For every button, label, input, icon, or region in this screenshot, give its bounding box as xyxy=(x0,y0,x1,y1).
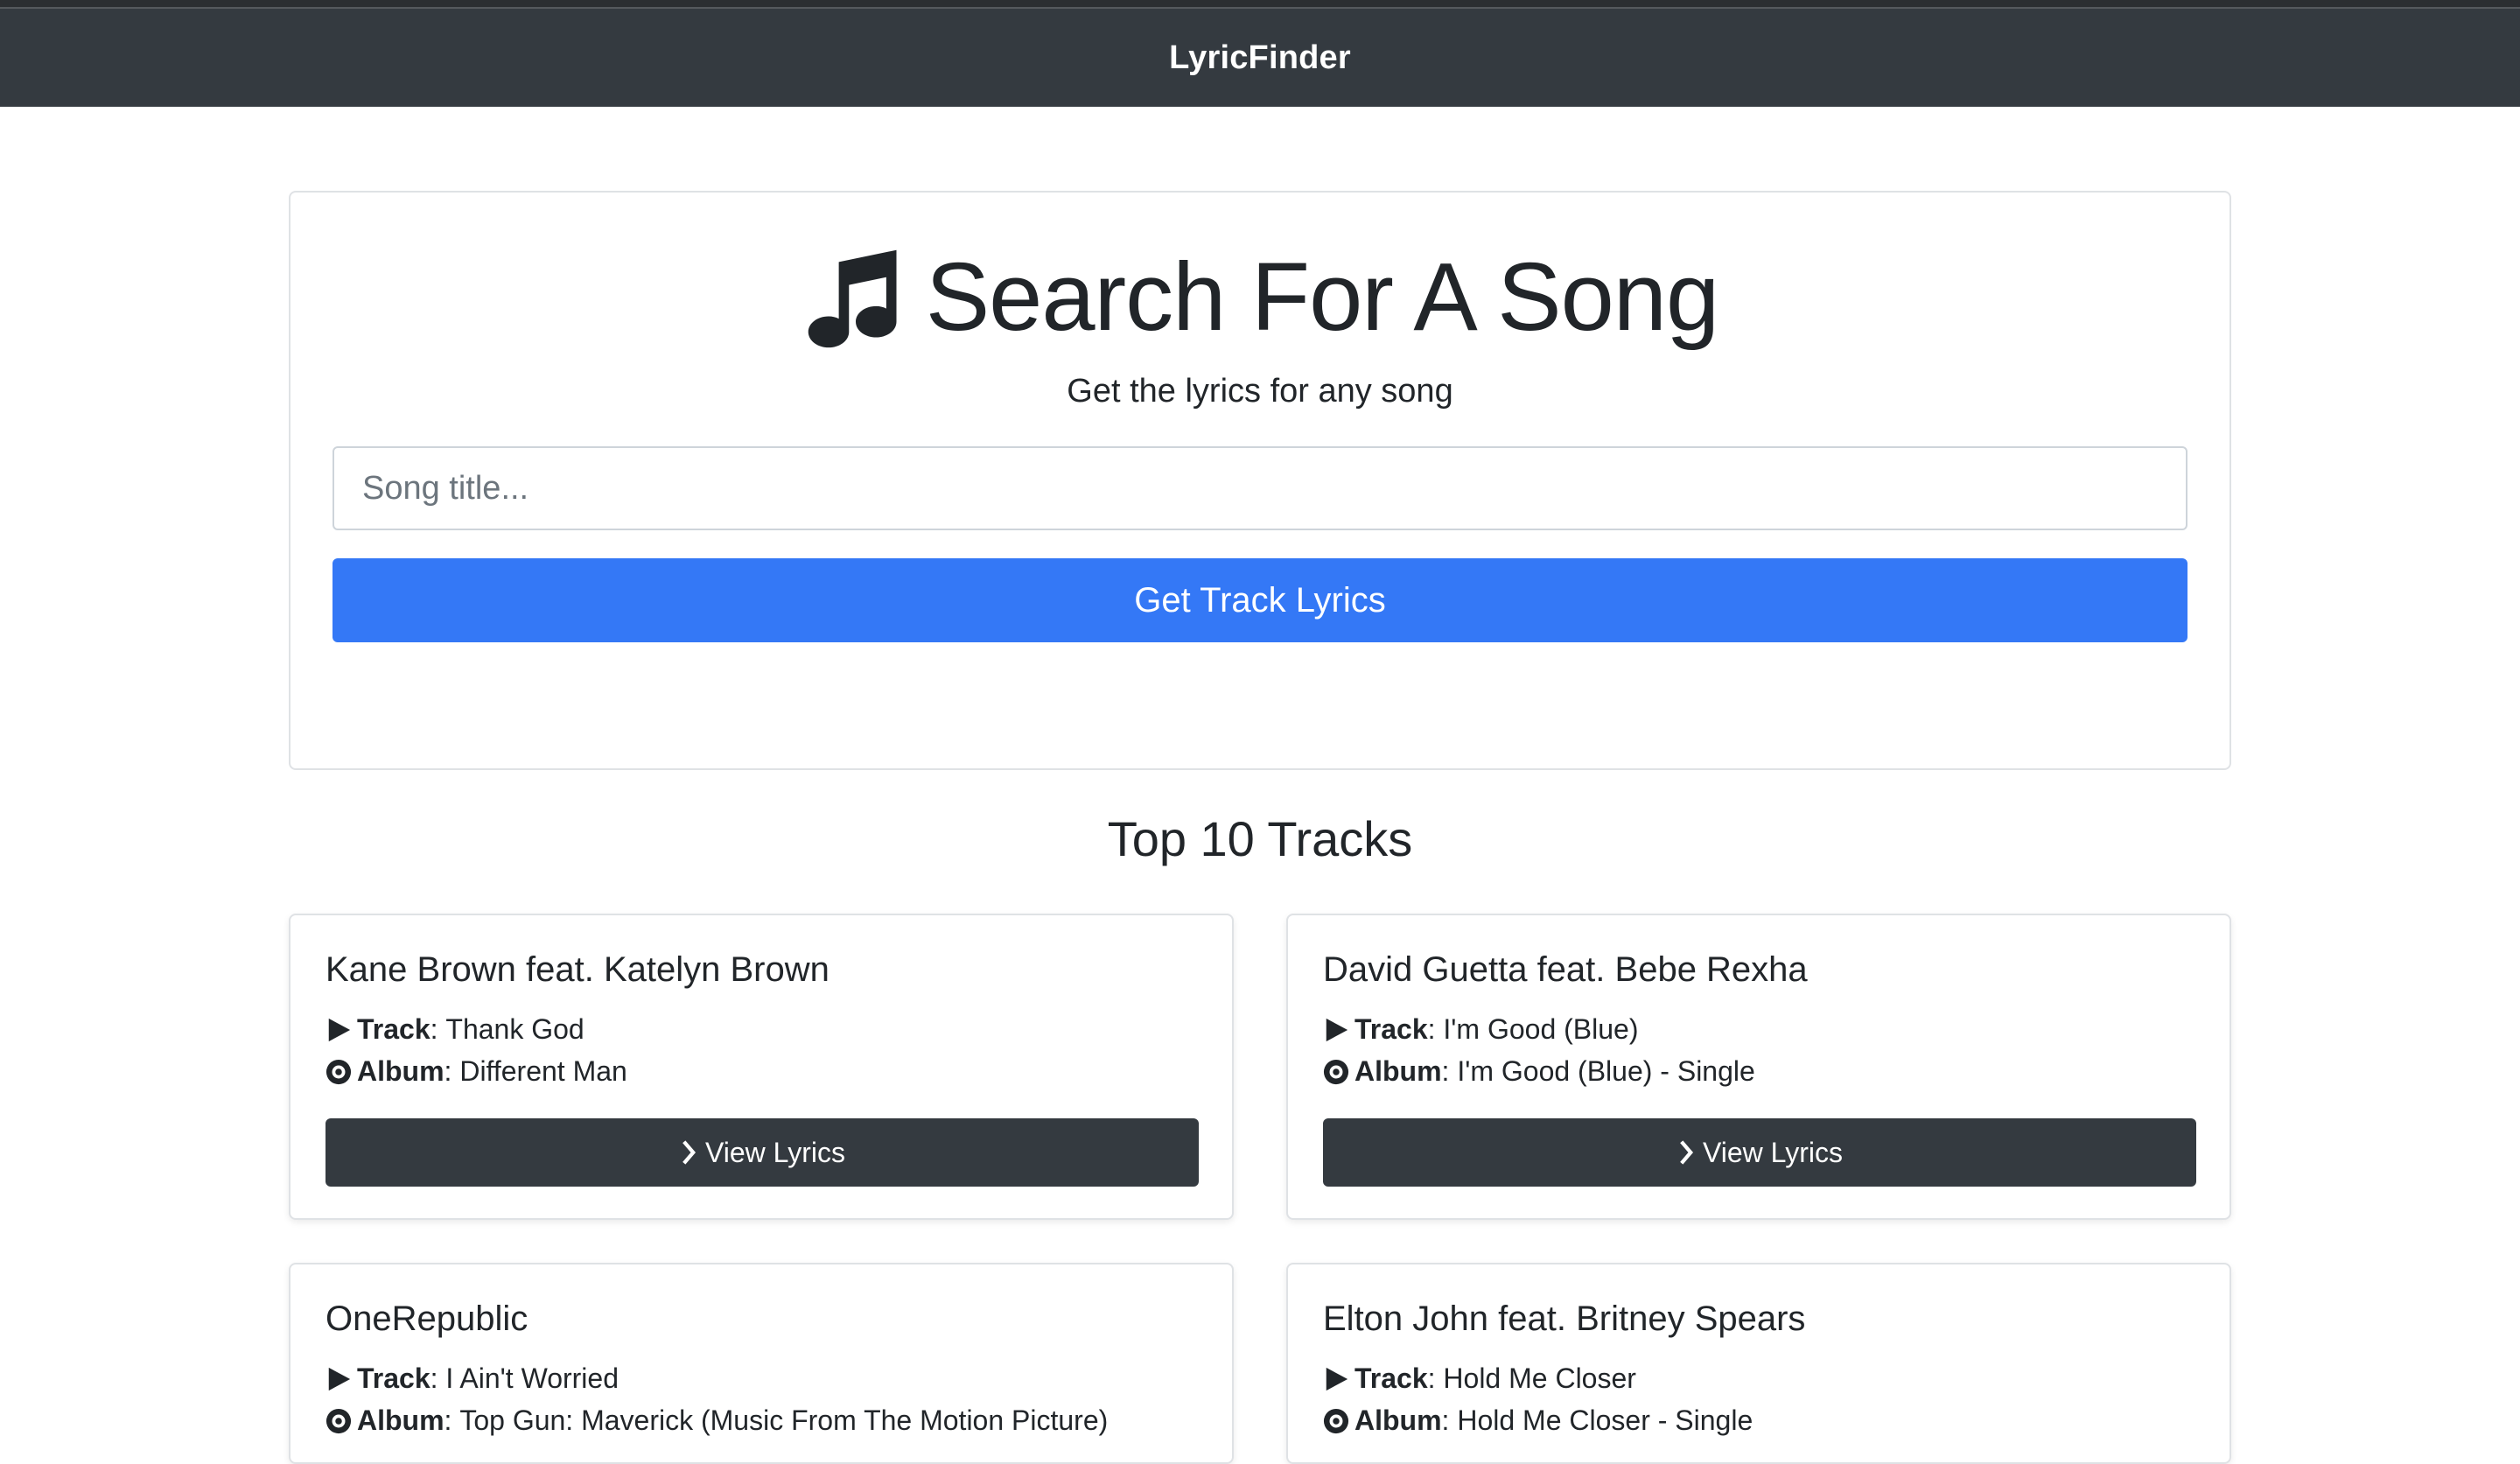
chevron-right-icon xyxy=(682,1140,696,1165)
track-artist: OneRepublic xyxy=(326,1299,528,1338)
album-row: Album: I'm Good (Blue) - Single xyxy=(1323,1055,1755,1088)
top-tracks-heading: Top 10 Tracks xyxy=(1107,811,1413,866)
play-icon xyxy=(328,1018,351,1041)
album-label: Album xyxy=(1354,1055,1442,1087)
track-label: Track xyxy=(357,1362,430,1394)
song-title-input[interactable] xyxy=(332,446,2188,530)
track-card: Kane Brown feat. Katelyn Brown Track: Th… xyxy=(289,914,1234,1220)
album-name: Hold Me Closer - Single xyxy=(1457,1404,1754,1436)
compact-disc-icon xyxy=(326,1059,352,1084)
play-icon xyxy=(328,1367,351,1390)
track-card: Elton John feat. Britney Spears Track: H… xyxy=(1286,1263,2231,1464)
album-name: Different Man xyxy=(459,1055,627,1087)
track-name: I Ain't Worried xyxy=(445,1362,619,1394)
view-lyrics-label: View Lyrics xyxy=(704,1136,846,1168)
chevron-right-icon xyxy=(1680,1140,1693,1165)
track-row: Track: I Ain't Worried xyxy=(326,1362,619,1395)
compact-disc-icon xyxy=(326,1408,352,1433)
play-icon xyxy=(1326,1018,1348,1041)
track-artist: Kane Brown feat. Katelyn Brown xyxy=(326,950,830,989)
window-top-border xyxy=(0,0,2520,9)
track-label: Track xyxy=(357,1013,430,1045)
search-heading: Search For A Song xyxy=(290,243,2230,352)
track-label: Track xyxy=(1354,1013,1428,1045)
brand-logo-text[interactable]: LyricFinder xyxy=(1169,39,1351,77)
album-row: Album: Different Man xyxy=(326,1055,627,1088)
search-title: Search For A Song xyxy=(925,243,1719,351)
view-lyrics-button[interactable]: View Lyrics xyxy=(1323,1118,2196,1187)
music-note-icon xyxy=(808,249,897,348)
track-name: Hold Me Closer xyxy=(1443,1362,1636,1394)
play-icon xyxy=(1326,1367,1348,1390)
track-row: Track: I'm Good (Blue) xyxy=(1323,1013,1638,1046)
compact-disc-icon xyxy=(1323,1408,1349,1433)
album-label: Album xyxy=(1354,1404,1442,1436)
compact-disc-icon xyxy=(1323,1059,1349,1084)
view-lyrics-label: View Lyrics xyxy=(1702,1136,1844,1168)
track-row: Track: Thank God xyxy=(326,1013,584,1046)
track-card: OneRepublic Track: I Ain't Worried Album… xyxy=(289,1263,1234,1464)
album-name: I'm Good (Blue) - Single xyxy=(1457,1055,1755,1087)
view-lyrics-button[interactable]: View Lyrics xyxy=(326,1118,1199,1187)
search-card: Search For A Song Get the lyrics for any… xyxy=(289,191,2231,770)
track-artist: David Guetta feat. Bebe Rexha xyxy=(1323,950,1808,989)
album-label: Album xyxy=(357,1404,444,1436)
album-row: Album: Top Gun: Maverick (Music From The… xyxy=(326,1404,1108,1437)
track-row: Track: Hold Me Closer xyxy=(1323,1362,1636,1395)
album-row: Album: Hold Me Closer - Single xyxy=(1323,1404,1753,1437)
navbar: LyricFinder xyxy=(0,9,2520,107)
album-label: Album xyxy=(357,1055,444,1087)
track-card: David Guetta feat. Bebe Rexha Track: I'm… xyxy=(1286,914,2231,1220)
album-name: Top Gun: Maverick (Music From The Motion… xyxy=(459,1404,1109,1436)
track-artist: Elton John feat. Britney Spears xyxy=(1323,1299,1806,1338)
track-label: Track xyxy=(1354,1362,1428,1394)
search-subtitle: Get the lyrics for any song xyxy=(1067,373,1453,410)
track-name: Thank God xyxy=(445,1013,584,1045)
track-name: I'm Good (Blue) xyxy=(1443,1013,1639,1045)
get-track-lyrics-button[interactable]: Get Track Lyrics xyxy=(332,558,2188,642)
